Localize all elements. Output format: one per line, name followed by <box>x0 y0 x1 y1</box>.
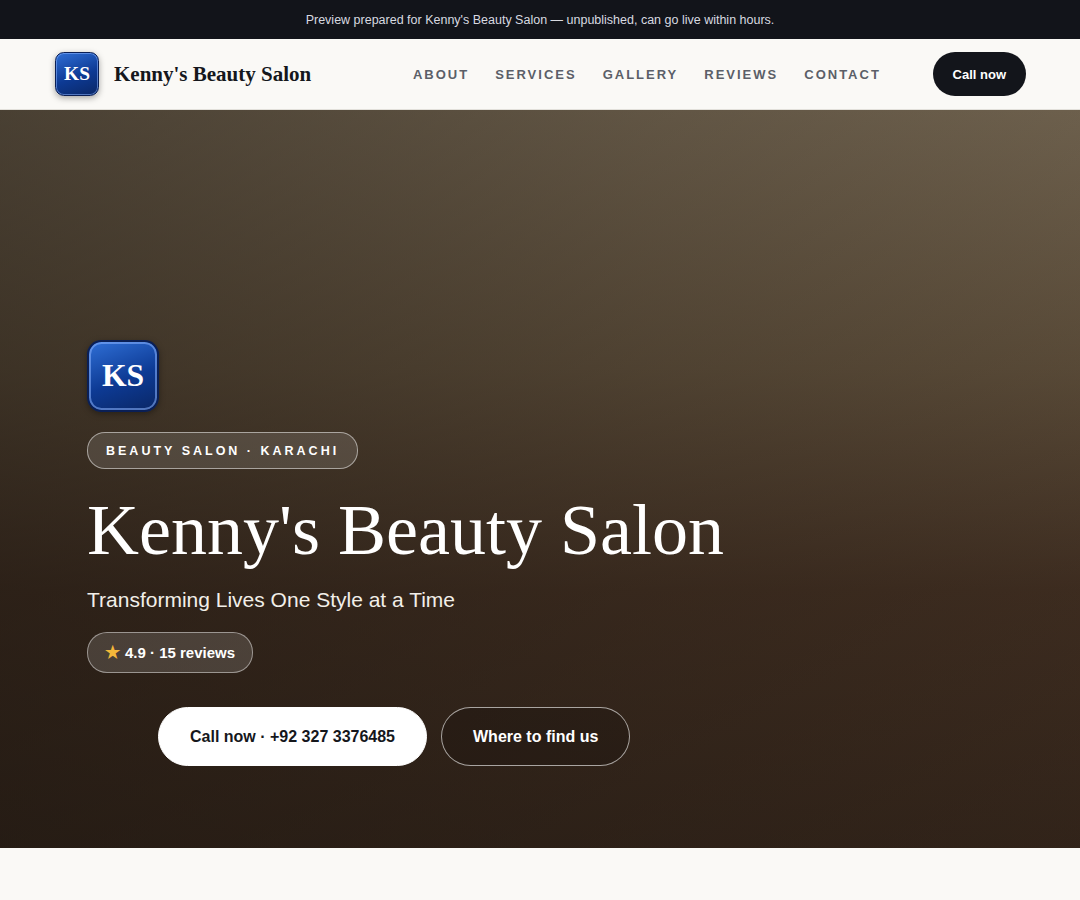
hero-badge: BEAUTY SALON · KARACHI <box>87 432 358 469</box>
nav-link[interactable]: GALLERY <box>603 67 679 82</box>
rating-pill: ★ 4.9 · 15 reviews <box>87 632 253 673</box>
hero-logo: KS <box>87 340 159 412</box>
nav-link[interactable]: CONTACT <box>804 67 881 82</box>
hero-actions: Call now · +92 327 3376485Where to find … <box>158 707 630 766</box>
call-now-button[interactable]: Call now · +92 327 3376485 <box>158 707 427 766</box>
logo: KS <box>55 52 99 96</box>
page: Preview prepared for Kenny's Beauty Salo… <box>0 0 1080 900</box>
nav: ABOUT SERVICES GALLERY REVIEWS CONTACT <box>311 67 932 82</box>
preview-banner: Preview prepared for Kenny's Beauty Salo… <box>0 0 1080 39</box>
nav-link[interactable]: SERVICES <box>495 67 577 82</box>
find-us-button[interactable]: Where to find us <box>441 707 630 766</box>
hero: KS BEAUTY SALON · KARACHI Kenny's Beauty S… <box>0 110 1080 848</box>
nav-link[interactable]: ABOUT <box>413 67 469 82</box>
rating-text: 4.9 · 15 reviews <box>125 644 235 661</box>
call-button[interactable]: Call now <box>933 52 1026 96</box>
hero-title: Kenny's Beauty Salon <box>87 491 724 570</box>
site-header: KS Kenny's Beauty Salon ABOUT SERVICES GALLE… <box>0 39 1080 110</box>
star-icon: ★ <box>105 642 120 663</box>
brand-name: Kenny's Beauty Salon <box>114 62 311 87</box>
brand[interactable]: KS Kenny's Beauty Salon <box>55 52 311 96</box>
nav-link[interactable]: REVIEWS <box>704 67 778 82</box>
hero-subtitle: Transforming Lives One Style at a Time <box>87 588 455 612</box>
